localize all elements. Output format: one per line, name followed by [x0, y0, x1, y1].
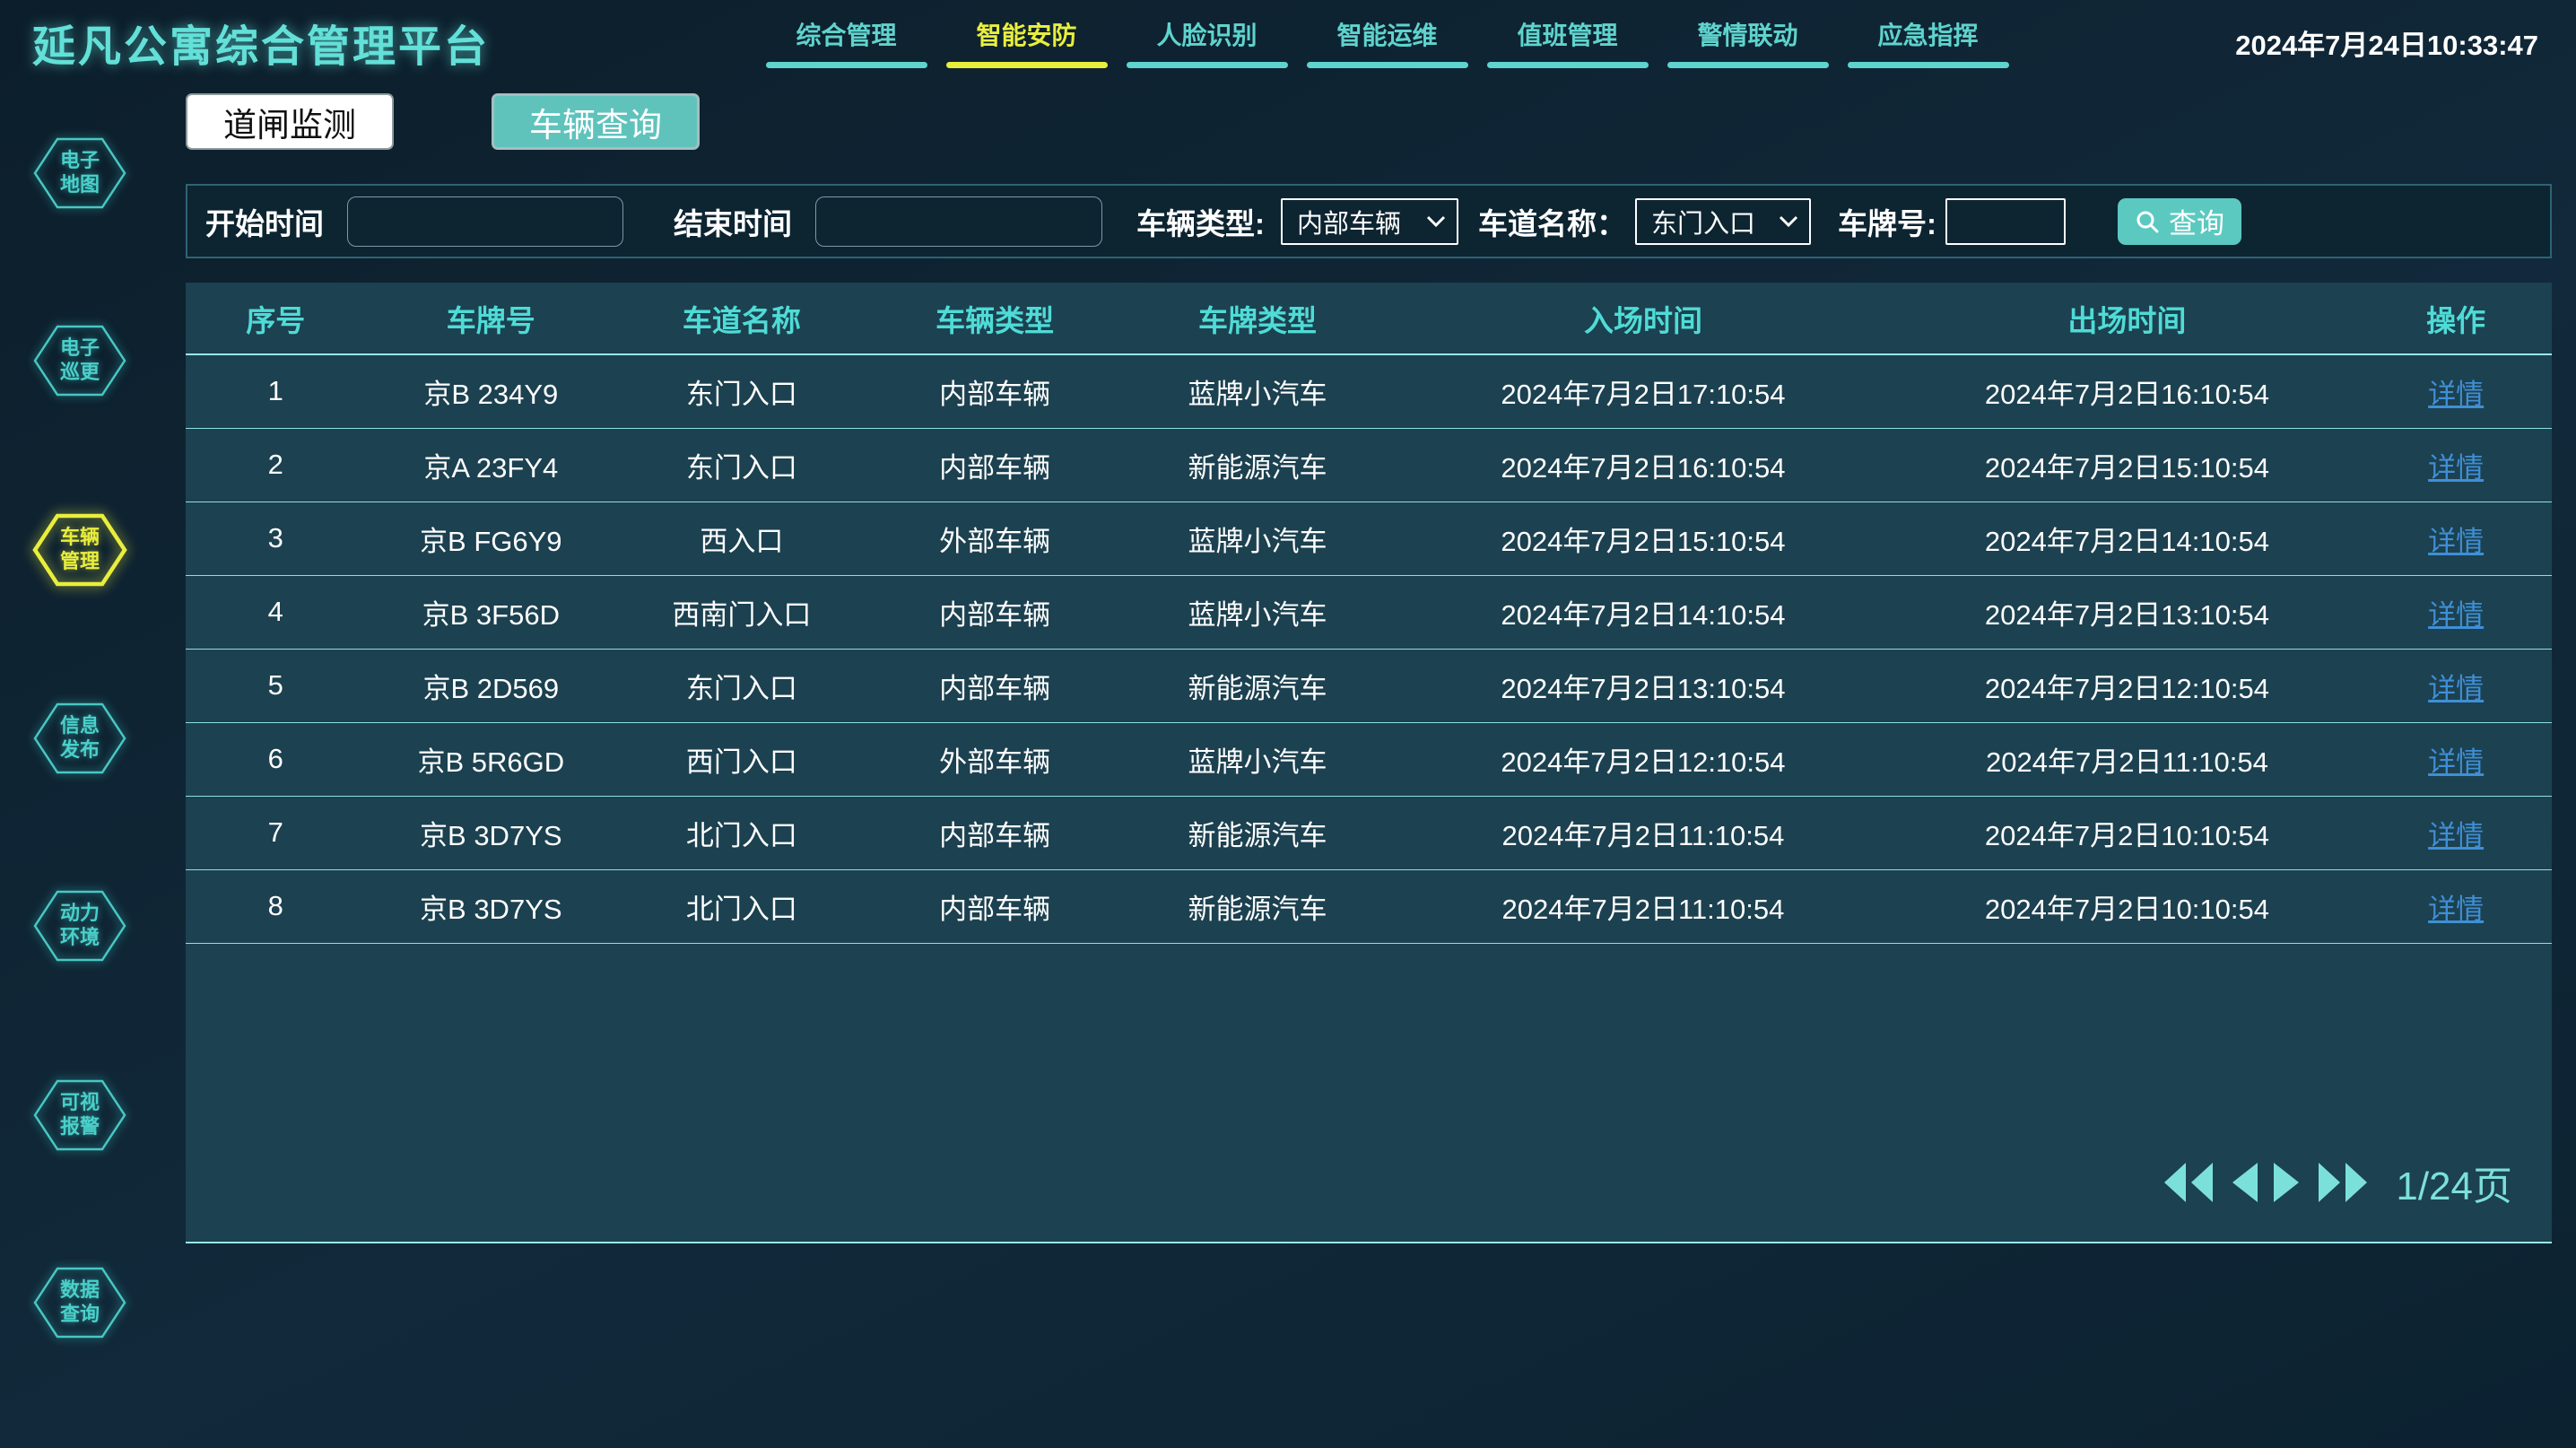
column-header: 操作	[2360, 283, 2552, 354]
datetime-display: 2024年7月24日10:33:47	[2235, 22, 2538, 63]
nav-tab-label: 警情联动	[1697, 16, 1797, 52]
page-indicator: 1/24页	[2396, 1154, 2512, 1211]
detail-link[interactable]: 详情	[2428, 452, 2484, 484]
detail-link[interactable]: 详情	[2428, 894, 2484, 925]
vehicle-table-panel: 序号 车牌号 车道名称 车辆类型 车牌类型 入场时间 出场时间 操作 1 京B …	[186, 283, 2552, 1243]
nav-underline	[1848, 62, 2009, 68]
next-page-button[interactable]	[2272, 1162, 2302, 1203]
table-row: 7 京B 3D7YS 北门入口 内部车辆 新能源汽车 2024年7月2日11:1…	[186, 796, 2552, 869]
lane-label: 车道名称：	[1478, 200, 1626, 243]
nav-tab-label: 综合管理	[796, 16, 896, 52]
detail-link[interactable]: 详情	[2428, 820, 2484, 851]
sidebar-item-electronic-map[interactable]: 电子地图	[32, 135, 127, 212]
column-header: 车辆类型	[867, 283, 1123, 354]
sidebar-item-data-query[interactable]: 数据查询	[32, 1264, 127, 1341]
top-header: 延凡公寓综合管理平台 综合管理 智能安防 人脸识别 智能运维 值班管理 警情联动…	[0, 0, 2576, 75]
start-time-label: 开始时间	[205, 200, 324, 243]
chevron-down-icon	[1426, 215, 1446, 228]
vehicle-type-select[interactable]: 内部车辆	[1281, 198, 1458, 245]
plate-input[interactable]	[1945, 198, 2066, 245]
detail-link[interactable]: 详情	[2428, 746, 2484, 778]
vehicle-table: 序号 车牌号 车道名称 车辆类型 车牌类型 入场时间 出场时间 操作 1 京B …	[186, 283, 2552, 944]
nav-tab-1[interactable]: 智能安防	[936, 0, 1117, 75]
nav-tab-label: 智能运维	[1336, 16, 1437, 52]
sidebar-item-info-publish[interactable]: 信息发布	[32, 700, 127, 777]
column-header: 出场时间	[1894, 283, 2361, 354]
sidebar-item-patrol[interactable]: 电子巡更	[32, 322, 127, 399]
nav-tab-label: 智能安防	[976, 16, 1076, 52]
main-content: 道闸监测 车辆查询 开始时间 结束时间 车辆类型: 内部车辆 车道名称： 东门入…	[184, 75, 2576, 1448]
top-nav: 综合管理 智能安防 人脸识别 智能运维 值班管理 警情联动 应急指挥	[756, 0, 2018, 75]
nav-tab-2[interactable]: 人脸识别	[1117, 0, 1297, 75]
column-header: 入场时间	[1392, 283, 1893, 354]
plate-label: 车牌号:	[1838, 200, 1936, 243]
filter-bar: 开始时间 结束时间 车辆类型: 内部车辆 车道名称： 东门入口 车牌号: 查询	[186, 184, 2552, 258]
table-row: 1 京B 234Y9 东门入口 内部车辆 蓝牌小汽车 2024年7月2日17:1…	[186, 354, 2552, 428]
first-page-icon	[2163, 1162, 2216, 1203]
nav-tab-label: 人脸识别	[1156, 16, 1257, 52]
tab-vehicle-query[interactable]: 车辆查询	[492, 93, 700, 150]
search-button[interactable]: 查询	[2118, 198, 2241, 245]
search-icon	[2135, 209, 2160, 234]
nav-underline	[1127, 62, 1288, 68]
table-row: 5 京B 2D569 东门入口 内部车辆 新能源汽车 2024年7月2日13:1…	[186, 649, 2552, 722]
nav-underline	[1487, 62, 1649, 68]
pagination: 1/24页	[2163, 1154, 2512, 1211]
nav-underline	[1667, 62, 1829, 68]
nav-underline	[766, 62, 927, 68]
page-title: 延凡公寓综合管理平台	[32, 11, 490, 74]
sidebar-item-vehicle-management[interactable]: 车辆管理	[32, 511, 127, 589]
column-header: 车牌类型	[1123, 283, 1393, 354]
prev-page-button[interactable]	[2229, 1162, 2259, 1203]
table-row: 3 京B FG6Y9 西入口 外部车辆 蓝牌小汽车 2024年7月2日15:10…	[186, 502, 2552, 575]
detail-link[interactable]: 详情	[2428, 526, 2484, 557]
nav-tab-6[interactable]: 应急指挥	[1838, 0, 2018, 75]
nav-tab-label: 值班管理	[1517, 16, 1617, 52]
sidebar-item-power-env[interactable]: 动力环境	[32, 887, 127, 964]
nav-tab-0[interactable]: 综合管理	[756, 0, 936, 75]
first-page-button[interactable]	[2163, 1162, 2216, 1203]
nav-tab-3[interactable]: 智能运维	[1297, 0, 1477, 75]
nav-underline	[946, 62, 1108, 68]
nav-underline	[1307, 62, 1468, 68]
detail-link[interactable]: 详情	[2428, 673, 2484, 704]
detail-link[interactable]: 详情	[2428, 379, 2484, 410]
detail-link[interactable]: 详情	[2428, 599, 2484, 631]
chevron-down-icon	[1779, 215, 1798, 228]
left-sidebar: 电子地图 电子巡更 车辆管理 信息发布 动力环境 可视报警 数据查询	[0, 75, 184, 1448]
table-row: 2 京A 23FY4 东门入口 内部车辆 新能源汽车 2024年7月2日16:1…	[186, 428, 2552, 502]
sidebar-item-visual-alarm[interactable]: 可视报警	[32, 1077, 127, 1154]
start-time-input[interactable]	[347, 196, 623, 247]
table-row: 8 京B 3D7YS 北门入口 内部车辆 新能源汽车 2024年7月2日11:1…	[186, 869, 2552, 943]
column-header: 序号	[186, 283, 365, 354]
table-row: 6 京B 5R6GD 西门入口 外部车辆 蓝牌小汽车 2024年7月2日12:1…	[186, 722, 2552, 796]
table-header-row: 序号 车牌号 车道名称 车辆类型 车牌类型 入场时间 出场时间 操作	[186, 283, 2552, 354]
column-header: 车牌号	[365, 283, 616, 354]
column-header: 车道名称	[616, 283, 867, 354]
lane-select[interactable]: 东门入口	[1635, 198, 1811, 245]
nav-tab-4[interactable]: 值班管理	[1477, 0, 1658, 75]
last-page-icon	[2315, 1162, 2369, 1203]
nav-tab-5[interactable]: 警情联动	[1658, 0, 1838, 75]
vehicle-type-label: 车辆类型:	[1136, 200, 1265, 243]
tab-gate-monitor[interactable]: 道闸监测	[186, 93, 394, 150]
next-page-icon	[2272, 1162, 2302, 1203]
end-time-label: 结束时间	[674, 200, 792, 243]
last-page-button[interactable]	[2315, 1162, 2369, 1203]
end-time-input[interactable]	[815, 196, 1102, 247]
nav-tab-label: 应急指挥	[1877, 16, 1978, 52]
prev-page-icon	[2229, 1162, 2259, 1203]
table-row: 4 京B 3F56D 西南门入口 内部车辆 蓝牌小汽车 2024年7月2日14:…	[186, 575, 2552, 649]
